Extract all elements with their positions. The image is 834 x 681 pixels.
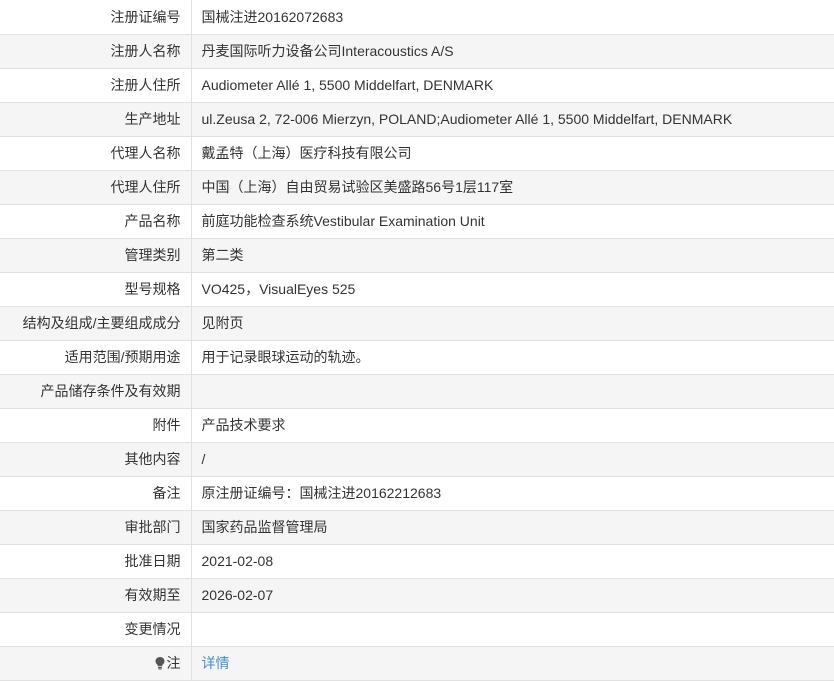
row-value: 2021-02-08 — [191, 544, 834, 579]
note-value-cell: 详情 — [191, 646, 834, 681]
table-row: 附件 产品技术要求 — [0, 408, 834, 443]
row-value: 丹麦国际听力设备公司Interacoustics A/S — [191, 34, 834, 69]
table-row: 生产地址 ul.Zeusa 2, 72-006 Mierzyn, POLAND;A… — [0, 102, 834, 137]
row-label: 备注 — [0, 476, 192, 511]
row-value: VO425，VisualEyes 525 — [191, 272, 834, 307]
row-label: 产品名称 — [0, 204, 192, 239]
row-label: 批准日期 — [0, 544, 192, 579]
table-row: 适用范围/预期用途 用于记录眼球运动的轨迹。 — [0, 340, 834, 375]
table-row: 变更情况 — [0, 612, 834, 647]
note-label: 注 — [166, 655, 181, 671]
registration-details-table: 注册证编号 国械注进20162072683 注册人名称 丹麦国际听力设备公司Inte… — [0, 0, 834, 681]
row-value: 2026-02-07 — [191, 578, 834, 613]
row-label: 适用范围/预期用途 — [0, 340, 192, 375]
row-label: 注册人名称 — [0, 34, 192, 69]
row-value — [191, 612, 834, 647]
table-row: 产品储存条件及有效期 — [0, 374, 834, 409]
row-value: 产品技术要求 — [191, 408, 834, 443]
table-row: 注册证编号 国械注进20162072683 — [0, 0, 834, 35]
row-value: 用于记录眼球运动的轨迹。 — [191, 340, 834, 375]
row-label: 其他内容 — [0, 442, 192, 477]
row-label: 管理类别 — [0, 238, 192, 273]
row-value: 原注册证编号：国械注进20162212683 — [191, 476, 834, 511]
row-value: 中国（上海）自由贸易试验区美盛路56号1层117室 — [191, 170, 834, 205]
row-value: / — [191, 442, 834, 477]
row-label: 注册人住所 — [0, 68, 192, 103]
row-value: 见附页 — [191, 306, 834, 341]
row-label: 型号规格 — [0, 272, 192, 307]
row-label: 审批部门 — [0, 510, 192, 545]
table-row: 代理人住所 中国（上海）自由贸易试验区美盛路56号1层117室 — [0, 170, 834, 205]
table-row: 其他内容 / — [0, 442, 834, 477]
table-row: 有效期至 2026-02-07 — [0, 578, 834, 613]
row-label: 生产地址 — [0, 102, 192, 137]
table-row: 结构及组成/主要组成成分 见附页 — [0, 306, 834, 341]
row-label: 附件 — [0, 408, 192, 443]
row-label: 结构及组成/主要组成成分 — [0, 306, 192, 341]
row-value: 戴孟特（上海）医疗科技有限公司 — [191, 136, 834, 171]
row-label: 产品储存条件及有效期 — [0, 374, 192, 409]
table-row: 批准日期 2021-02-08 — [0, 544, 834, 579]
table-row: 注册人名称 丹麦国际听力设备公司Interacoustics A/S — [0, 34, 834, 69]
row-label: 代理人住所 — [0, 170, 192, 205]
note-label-cell: 注 — [0, 646, 192, 681]
table-row: 型号规格 VO425，VisualEyes 525 — [0, 272, 834, 307]
table-row: 备注 原注册证编号：国械注进20162212683 — [0, 476, 834, 511]
lightbulb-icon — [154, 656, 166, 670]
row-value: 第二类 — [191, 238, 834, 273]
details-link[interactable]: 详情 — [202, 655, 230, 671]
row-value: 前庭功能检查系统Vestibular Examination Unit — [191, 204, 834, 239]
row-value — [191, 374, 834, 409]
table-row: 代理人名称 戴孟特（上海）医疗科技有限公司 — [0, 136, 834, 171]
row-label: 代理人名称 — [0, 136, 192, 171]
row-value: Audiometer Allé 1, 5500 Middelfart, DENM… — [191, 68, 834, 103]
row-value: ul.Zeusa 2, 72-006 Mierzyn, POLAND;Audio… — [191, 102, 834, 137]
table-row: 产品名称 前庭功能检查系统Vestibular Examination Unit — [0, 204, 834, 239]
table-row: 审批部门 国家药品监督管理局 — [0, 510, 834, 545]
row-value: 国家药品监督管理局 — [191, 510, 834, 545]
table-row: 管理类别 第二类 — [0, 238, 834, 273]
row-label: 变更情况 — [0, 612, 192, 647]
row-value: 国械注进20162072683 — [191, 0, 834, 35]
table-row: 注册人住所 Audiometer Allé 1, 5500 Middelfart,… — [0, 68, 834, 103]
note-row: 注 详情 — [0, 646, 834, 681]
row-label: 有效期至 — [0, 578, 192, 613]
row-label: 注册证编号 — [0, 0, 192, 35]
